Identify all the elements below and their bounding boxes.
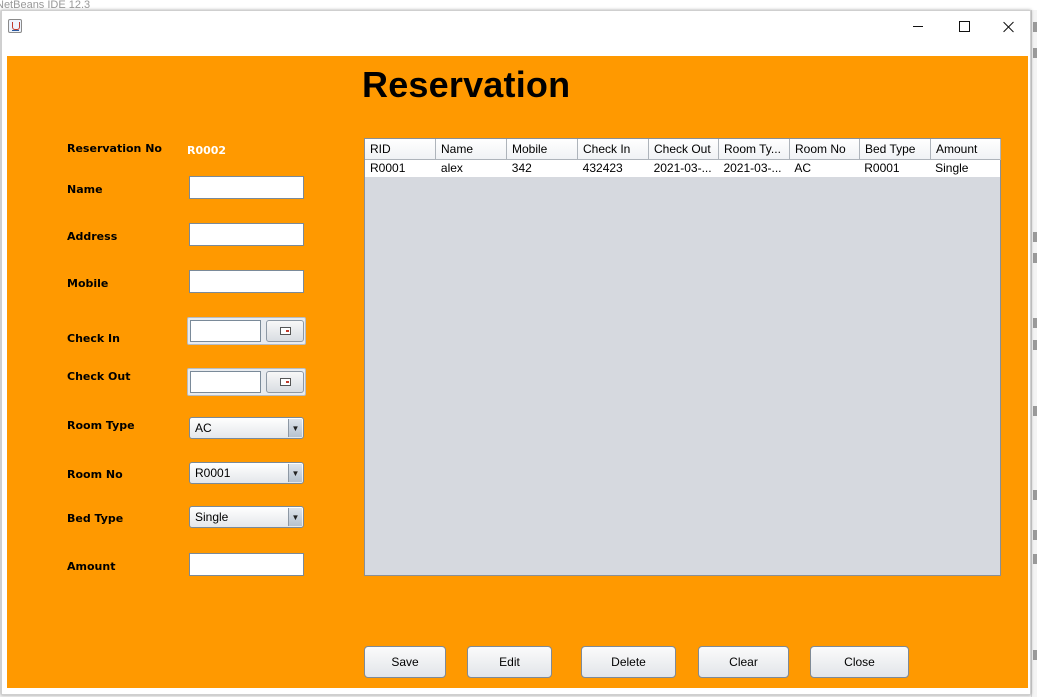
column-header-check-in[interactable]: Check In xyxy=(578,139,649,160)
chevron-down-icon[interactable]: ▼ xyxy=(288,508,302,526)
check-in-date-chooser xyxy=(187,317,306,345)
edit-button[interactable]: Edit xyxy=(467,646,552,678)
bed-type-select[interactable]: Single ▼ xyxy=(189,506,304,528)
background-ide-edge xyxy=(1031,10,1037,697)
reservation-no-value: R0002 xyxy=(187,144,227,157)
mobile-field[interactable] xyxy=(189,270,304,293)
table-cell: 342 xyxy=(511,161,532,175)
calendar-icon xyxy=(279,378,291,386)
delete-button[interactable]: Delete xyxy=(581,646,676,678)
close-button[interactable]: Close xyxy=(810,646,909,678)
table-body: R0001 alex 342 432423 2021-03-... 2021-0… xyxy=(365,160,1000,177)
reservation-window: Reservation Reservation No R0002 Name Ad… xyxy=(1,10,1031,695)
maximize-icon xyxy=(958,21,970,32)
name-field[interactable] xyxy=(189,176,304,199)
table-header: RID Name Mobile Check In Check Out Room … xyxy=(365,139,1001,160)
column-header-room-no[interactable]: Room No xyxy=(790,139,860,160)
close-window-button[interactable] xyxy=(986,11,1032,42)
close-icon xyxy=(1003,21,1015,33)
minimize-icon xyxy=(913,26,923,27)
amount-label: Amount xyxy=(67,560,116,573)
column-header-mobile[interactable]: Mobile xyxy=(507,139,578,160)
address-field[interactable] xyxy=(189,223,304,246)
table-cell: 2021-03-... xyxy=(653,161,712,175)
table-cell: R0001 xyxy=(864,161,900,175)
reservations-table[interactable]: RID Name Mobile Check In Check Out Room … xyxy=(364,138,1001,576)
room-no-select[interactable]: R0001 ▼ xyxy=(189,462,304,484)
check-in-field[interactable] xyxy=(190,320,261,342)
column-header-rid[interactable]: RID xyxy=(365,139,436,160)
save-button[interactable]: Save xyxy=(364,646,446,678)
bed-type-label: Bed Type xyxy=(67,512,124,525)
table-cell: AC xyxy=(794,161,812,175)
check-out-date-chooser xyxy=(187,368,306,396)
column-header-bed-type[interactable]: Bed Type xyxy=(860,139,931,160)
minimize-button[interactable] xyxy=(895,11,941,42)
check-in-label: Check In xyxy=(67,332,120,345)
column-header-name[interactable]: Name xyxy=(436,139,507,160)
table-cell: R0001 xyxy=(370,161,406,175)
table-cell: alex xyxy=(440,161,463,175)
reservation-panel: Reservation Reservation No R0002 Name Ad… xyxy=(7,56,1028,688)
column-header-check-out[interactable]: Check Out xyxy=(649,139,719,160)
bed-type-value: Single xyxy=(195,510,229,524)
mobile-label: Mobile xyxy=(67,277,109,290)
chevron-down-icon[interactable]: ▼ xyxy=(288,419,302,437)
room-type-label: Room Type xyxy=(67,419,135,432)
table-cell: 432423 xyxy=(582,161,623,175)
room-type-select[interactable]: AC ▼ xyxy=(189,417,304,439)
title-bar xyxy=(2,11,1030,42)
chevron-down-icon[interactable]: ▼ xyxy=(288,464,302,482)
maximize-button[interactable] xyxy=(941,11,987,42)
background-ide-title: NetBeans IDE 12.3 xyxy=(0,0,1037,10)
room-type-value: AC xyxy=(195,421,212,435)
check-out-calendar-button[interactable] xyxy=(266,371,304,393)
column-header-room-type[interactable]: Room Ty... xyxy=(719,139,790,160)
page-title: Reservation xyxy=(362,64,571,105)
clear-button[interactable]: Clear xyxy=(698,646,789,678)
table-cell: 2021-03-... xyxy=(723,161,782,175)
reservation-no-label: Reservation No xyxy=(67,142,162,155)
check-out-label: Check Out xyxy=(67,370,131,383)
name-label: Name xyxy=(67,183,103,196)
room-no-value: R0001 xyxy=(195,466,231,480)
amount-field[interactable] xyxy=(189,553,304,576)
room-no-label: Room No xyxy=(67,468,123,481)
address-label: Address xyxy=(67,230,118,243)
check-out-field[interactable] xyxy=(190,371,261,393)
calendar-icon xyxy=(279,327,291,335)
table-row[interactable]: R0001 alex 342 432423 2021-03-... 2021-0… xyxy=(365,160,1000,177)
check-in-calendar-button[interactable] xyxy=(266,320,304,342)
column-header-amount[interactable]: Amount xyxy=(931,139,1001,160)
java-app-icon xyxy=(8,19,22,33)
table-cell: Single xyxy=(935,161,969,175)
